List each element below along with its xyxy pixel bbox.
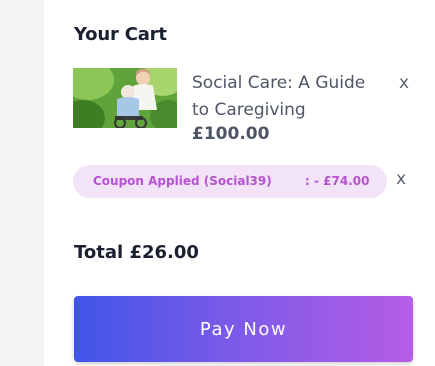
pay-now-button[interactable]: Pay Now — [74, 296, 413, 362]
product-name[interactable]: Social Care: A Guide to Caregiving — [192, 70, 382, 124]
product-price: £100.00 — [192, 124, 270, 144]
coupon-badge: Coupon Applied (Social39) : - £74.00 — [73, 165, 387, 198]
remove-item-button[interactable]: x — [399, 75, 409, 92]
coupon-discount: : - £74.00 — [305, 174, 370, 188]
cart-title: Your Cart — [74, 24, 167, 45]
product-image — [73, 68, 177, 128]
cart-total: Total £26.00 — [74, 242, 199, 263]
caregiver-photo — [73, 68, 177, 128]
coupon-label: Coupon Applied (Social39) — [93, 174, 272, 188]
remove-coupon-button[interactable]: x — [396, 171, 406, 188]
